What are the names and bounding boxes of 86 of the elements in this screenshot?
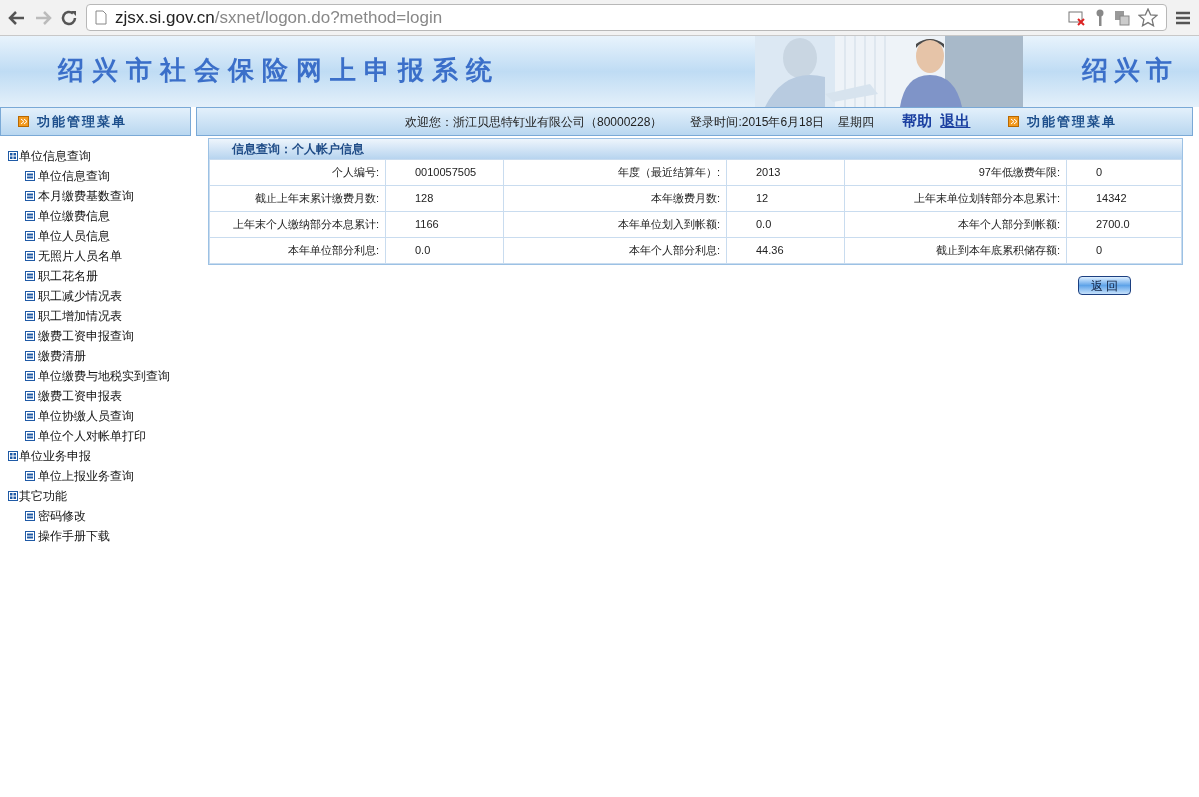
tree-item[interactable]: 操作手册下载 (38, 527, 110, 545)
field-label: 截止上年末累计缴费月数: (209, 185, 386, 212)
tree-item[interactable]: 职工增加情况表 (38, 307, 122, 325)
tree-item[interactable]: 单位协缴人员查询 (38, 407, 134, 425)
collapse-icon (25, 251, 35, 261)
collapse-icon (25, 291, 35, 301)
field-label: 上年末单位划转部分本息累计: (844, 185, 1067, 212)
page-icon (95, 10, 107, 25)
tree-item[interactable]: 缴费工资申报查询 (38, 327, 134, 345)
site-title: 绍兴市 (1082, 54, 1178, 87)
field-value: 44.36 (726, 237, 845, 264)
site-title: 绍兴市社会保险网上申报系统 (58, 54, 500, 87)
weekday: 星期四 (838, 113, 875, 131)
tree-item[interactable]: 缴费清册 (38, 347, 86, 365)
logout-link[interactable]: 退出 (940, 110, 971, 133)
field-value: 0.0 (726, 211, 845, 238)
login-time: 登录时间:2015年6月18日 (690, 113, 825, 131)
back-icon[interactable] (8, 9, 26, 26)
collapse-icon (25, 391, 35, 401)
field-label: 个人编号: (209, 159, 386, 186)
reload-icon[interactable] (60, 8, 78, 27)
collapse-icon (25, 471, 35, 481)
field-value: 0 (1066, 159, 1182, 186)
tree-item[interactable]: 密码修改 (38, 507, 86, 525)
tree-group[interactable]: 单位信息查询 (19, 147, 91, 165)
field-value: 1166 (385, 211, 504, 238)
field-label: 本年个人部分到帐额: (844, 211, 1067, 238)
welcome-text: 欢迎您：浙江贝思特钉业有限公司（80000228） (405, 113, 663, 131)
menu-title: 功能管理菜单 (37, 112, 127, 131)
back-button[interactable]: 返 回 (1078, 276, 1131, 295)
collapse-icon (25, 351, 35, 361)
arrow-icon (18, 116, 29, 127)
tree-group[interactable]: 单位业务申报 (19, 447, 91, 465)
collapse-icon (25, 211, 35, 221)
tree-item[interactable]: 单位人员信息 (38, 227, 110, 245)
collapse-icon (25, 431, 35, 441)
key-icon[interactable] (1094, 8, 1106, 27)
tree-group[interactable]: 其它功能 (19, 487, 67, 505)
tree-item[interactable]: 单位缴费与地税实到查询 (38, 367, 170, 385)
field-value: 2013 (726, 159, 845, 186)
field-label: 97年低缴费年限: (844, 159, 1067, 186)
expand-icon (8, 491, 18, 501)
tree-item[interactable]: 单位个人对帐单打印 (38, 427, 146, 445)
tree-item[interactable]: 职工花名册 (38, 267, 98, 285)
arrow-icon (1008, 116, 1020, 127)
expand-icon (8, 451, 18, 461)
collapse-icon (25, 531, 35, 541)
field-value: 2700.0 (1066, 211, 1182, 238)
collapse-icon (25, 411, 35, 421)
collapse-icon (25, 371, 35, 381)
collapse-icon (25, 171, 35, 181)
field-value: 12 (726, 185, 845, 212)
address-bar[interactable]: zjsx.si.gov.cn/sxnet/logon.do?method=login (86, 4, 1167, 31)
collapse-icon (25, 511, 35, 521)
tree-item[interactable]: 职工减少情况表 (38, 287, 122, 305)
tree-item[interactable]: 无照片人员名单 (38, 247, 122, 265)
blocked-popup-icon[interactable] (1068, 9, 1086, 26)
tree-item[interactable]: 单位上报业务查询 (38, 467, 134, 485)
expand-icon (8, 151, 18, 161)
field-value: 128 (385, 185, 504, 212)
menu-icon[interactable] (1175, 9, 1191, 26)
field-label: 截止到本年底累积储存额: (844, 237, 1067, 264)
tree-item[interactable]: 本月缴费基数查询 (38, 187, 134, 205)
field-value: 0.0 (385, 237, 504, 264)
translate-icon[interactable] (1114, 9, 1130, 26)
collapse-icon (25, 231, 35, 241)
menu-title: 功能管理菜单 (1027, 112, 1118, 131)
collapse-icon (25, 191, 35, 201)
collapse-icon (25, 311, 35, 321)
field-label: 本年单位划入到帐额: (503, 211, 727, 238)
field-label: 本年个人部分利息: (503, 237, 727, 264)
field-label: 本年单位部分利息: (209, 237, 386, 264)
field-value: 0010057505 (385, 159, 504, 186)
field-value: 14342 (1066, 185, 1182, 212)
star-icon[interactable] (1138, 8, 1158, 27)
field-value: 0 (1066, 237, 1182, 264)
field-label: 本年缴费月数: (503, 185, 727, 212)
tree-item[interactable]: 单位缴费信息 (38, 207, 110, 225)
collapse-icon (25, 271, 35, 281)
field-label: 上年末个人缴纳部分本息累计: (209, 211, 386, 238)
tree-item[interactable]: 缴费工资申报表 (38, 387, 122, 405)
field-label: 年度（最近结算年）: (503, 159, 727, 186)
help-link[interactable]: 帮助 (902, 110, 933, 133)
tree-item[interactable]: 单位信息查询 (38, 167, 110, 185)
panel-title: 信息查询：个人帐户信息 (232, 141, 364, 158)
collapse-icon (25, 331, 35, 341)
